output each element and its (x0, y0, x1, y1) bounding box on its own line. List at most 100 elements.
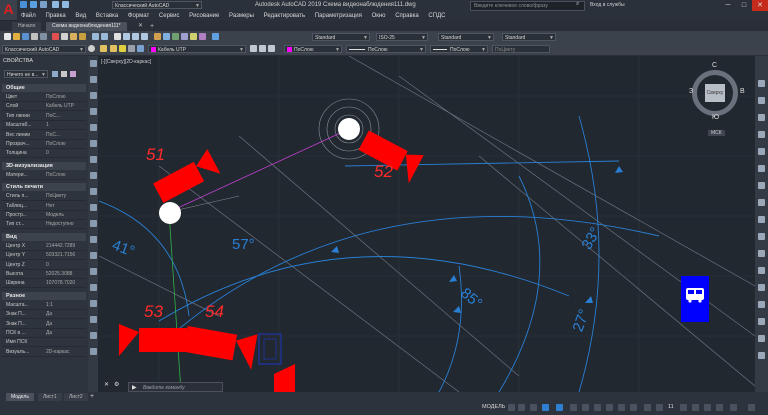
close-command-icon[interactable]: ✕ (104, 382, 110, 388)
copy-icon[interactable] (61, 33, 68, 40)
prop-row[interactable]: Слой Кабель UTP (2, 102, 86, 112)
quickcalc-icon[interactable] (199, 33, 206, 40)
toggle-pickadd-icon[interactable] (52, 71, 58, 77)
prop-value[interactable]: ПоСлою (46, 93, 86, 101)
stretch-icon[interactable] (758, 216, 765, 223)
workspace-switch-icon[interactable] (644, 404, 651, 411)
selection-combo[interactable]: Ничего не в... ▼ (4, 70, 48, 78)
text-icon[interactable] (90, 332, 97, 339)
annotation-visibility-icon[interactable] (618, 404, 625, 411)
prop-value[interactable]: Да (46, 320, 86, 328)
viewcube-west[interactable]: З (689, 88, 693, 95)
command-input[interactable]: Введите команду (128, 382, 223, 392)
save-icon[interactable] (30, 1, 37, 8)
linetype-combo[interactable]: ПоСлою ▼ (346, 45, 426, 53)
prop-value[interactable]: Да (46, 310, 86, 318)
layer-properties-icon[interactable] (100, 45, 107, 52)
transparency-icon[interactable] (594, 404, 601, 411)
prop-row[interactable]: ПСК в ... Да (2, 329, 86, 338)
zoom-realtime-icon[interactable] (123, 33, 130, 40)
prop-value[interactable]: Недоступно (46, 220, 86, 228)
prop-row[interactable]: Толщина 0 (2, 149, 86, 159)
join-icon[interactable] (758, 301, 765, 308)
ortho-icon[interactable] (530, 404, 537, 411)
prop-row[interactable]: Центр Y 503321.7156 (2, 251, 86, 261)
prop-row[interactable]: Таблиц... Нет (2, 202, 86, 211)
search-input[interactable]: Введите ключевое слово/фразу (470, 1, 585, 11)
prop-value[interactable]: 1:1 (46, 301, 86, 309)
prop-value[interactable]: Кабель UTP (46, 102, 86, 110)
annotation-scale-value[interactable]: 11 (668, 404, 674, 410)
polyline-icon[interactable] (90, 76, 97, 83)
menu-dimension[interactable]: Размеры (225, 11, 258, 21)
menu-view[interactable]: Вид (71, 11, 90, 21)
prop-row[interactable]: Ширина 107078.7020 (2, 279, 86, 289)
arc-icon[interactable] (90, 124, 97, 131)
print-icon[interactable] (40, 1, 47, 8)
prop-row[interactable]: Цвет ПоСлою (2, 93, 86, 102)
circle-icon[interactable] (90, 140, 97, 147)
annotation-monitor-icon[interactable] (656, 404, 663, 411)
prop-row[interactable]: Простр... Модель (2, 211, 86, 220)
undo-icon[interactable] (52, 1, 59, 8)
prop-value[interactable]: 214442.7289 (46, 242, 86, 250)
zoom-window-icon[interactable] (132, 33, 139, 40)
break-at-point-icon[interactable] (758, 267, 765, 274)
dim-style-combo[interactable]: ISO-25 ▼ (376, 33, 428, 41)
prop-row[interactable]: Центр X 214442.7289 (2, 242, 86, 251)
undo-tool-icon[interactable] (92, 33, 99, 40)
prop-section-header[interactable]: Общие (2, 84, 86, 92)
drawing-canvas[interactable] (99, 56, 755, 392)
menu-help[interactable]: Справка (391, 11, 423, 21)
menu-format[interactable]: Формат (124, 11, 153, 21)
menu-file[interactable]: Файл (17, 11, 40, 21)
tab-sheet1[interactable]: Лист1 (38, 393, 62, 401)
workspace-combo[interactable]: Классический AutoCAD ▼ (2, 45, 86, 53)
prop-row[interactable]: Центр Z 0 (2, 261, 86, 270)
copy-obj-icon[interactable] (758, 97, 765, 104)
move-icon[interactable] (758, 165, 765, 172)
menu-insert[interactable]: Вставка (92, 11, 122, 21)
table-style-combo[interactable]: Standard ▼ (438, 33, 494, 41)
isolate-icon[interactable] (704, 404, 711, 411)
viewcube-face[interactable]: Сверху (705, 84, 725, 102)
break-icon[interactable] (758, 284, 765, 291)
gear-icon[interactable] (88, 45, 95, 52)
extend-icon[interactable] (758, 250, 765, 257)
redo-icon[interactable] (62, 1, 69, 8)
prop-section-header[interactable]: Разное (2, 291, 86, 300)
model-space-button[interactable]: МОДЕЛЬ (482, 404, 505, 410)
prop-value[interactable]: Нет (46, 202, 86, 210)
prop-row[interactable]: Знак П... Да (2, 310, 86, 320)
app-logo-button[interactable]: A (0, 0, 17, 20)
add-layout-icon[interactable]: + (90, 393, 94, 401)
offset-icon[interactable] (758, 131, 765, 138)
markup-icon[interactable] (190, 33, 197, 40)
layer-previous-icon[interactable] (259, 45, 266, 52)
prop-row[interactable]: Высота 52025.3088 (2, 270, 86, 279)
auto-scale-icon[interactable] (630, 404, 637, 411)
hatch-icon[interactable] (90, 268, 97, 275)
color-combo[interactable]: ПоСлою ▼ (284, 45, 342, 53)
make-current-icon[interactable] (250, 45, 257, 52)
prop-row[interactable]: Стиль п... ПоЦвету (2, 192, 86, 202)
explode-icon[interactable] (758, 352, 765, 359)
osnap-icon[interactable] (556, 404, 563, 411)
prop-value[interactable]: ПоС... (46, 131, 86, 139)
menu-draw[interactable]: Рисование (185, 11, 223, 21)
menu-spds[interactable]: СПДС (424, 11, 449, 21)
close-button[interactable]: ✕ (752, 0, 768, 11)
viewcube-east[interactable]: В (740, 88, 745, 95)
maximize-button[interactable]: □ (736, 0, 752, 11)
signin-button[interactable]: Вход в службы (590, 1, 625, 10)
hardware-accel-icon[interactable] (716, 404, 723, 411)
prop-row[interactable]: Тип линии ПоС... (2, 112, 86, 121)
save-file-icon[interactable] (22, 33, 29, 40)
selection-cycling-icon[interactable] (606, 404, 613, 411)
tool-palettes-icon[interactable] (172, 33, 179, 40)
search-icon[interactable]: ⌕ (576, 1, 583, 8)
array-icon[interactable] (758, 148, 765, 155)
layer-on-icon[interactable] (110, 45, 117, 52)
gradient-icon[interactable] (90, 284, 97, 291)
prop-section-header[interactable]: 3D-визуализация (2, 161, 86, 170)
